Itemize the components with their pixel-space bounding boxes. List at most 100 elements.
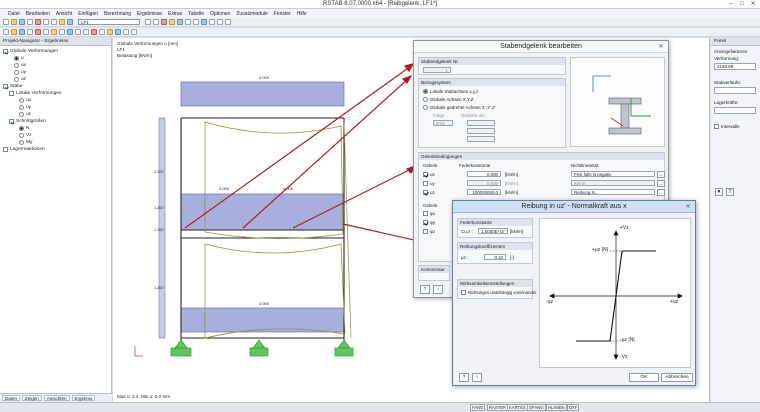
radio-local-axes[interactable] (423, 89, 428, 94)
tree-item-lux[interactable]: ux (19, 98, 31, 103)
loadcase-select[interactable]: LF1 (78, 19, 140, 25)
zoom-icon[interactable] (177, 19, 183, 25)
save-icon[interactable] (19, 19, 25, 25)
calculate-icon[interactable] (35, 19, 41, 25)
select-icon[interactable] (3, 29, 9, 35)
tree-item-global[interactable]: Globale Verformungen (3, 49, 58, 54)
menu-einfuegen[interactable]: Einfügen (78, 11, 98, 17)
radio-icon[interactable] (19, 112, 24, 117)
print-icon[interactable] (27, 19, 33, 25)
snap-icon[interactable] (75, 29, 81, 35)
intervals-checkbox[interactable] (714, 124, 719, 129)
close-button[interactable]: ✕ (748, 1, 758, 8)
wireframe-icon[interactable] (99, 29, 105, 35)
tree-item-lager[interactable]: Lagerreaktionen (3, 147, 45, 152)
tree-item-u[interactable]: u (14, 56, 24, 61)
cuz-input[interactable]: 100000000.0 (467, 189, 501, 195)
rotation-3-input[interactable] (467, 136, 495, 142)
table-icon[interactable] (115, 29, 121, 35)
tree-item-staebe[interactable]: Stäbe (3, 84, 23, 89)
menu-zusatzmodule[interactable]: Zusatzmodule (236, 11, 267, 17)
cancel-button[interactable]: Abbrechen (661, 373, 693, 382)
node-icon[interactable] (11, 29, 17, 35)
cux-input[interactable]: 0.000 (467, 171, 501, 177)
minimize-button[interactable]: – (726, 1, 736, 8)
uy-checkbox[interactable] (423, 181, 428, 186)
phiy-checkbox[interactable] (423, 220, 428, 225)
independent-directions-checkbox[interactable] (461, 290, 466, 295)
edit-nl-z-button[interactable]: … (657, 189, 665, 196)
phiz-checkbox[interactable] (423, 229, 428, 234)
tab-ergebnis[interactable]: Ergebnis (71, 395, 96, 401)
help-button[interactable]: ? (459, 373, 469, 382)
friction-coefficient-input[interactable]: 0.10 (484, 254, 506, 260)
radio-icon[interactable] (19, 126, 24, 131)
nonlinearity-y-select[interactable]: Keine (571, 180, 655, 186)
edit-nl-x-button[interactable]: … (657, 171, 665, 178)
undo-icon[interactable] (43, 19, 49, 25)
menu-optionen[interactable]: Optionen (210, 11, 230, 17)
ux-checkbox[interactable] (423, 172, 428, 177)
status-kartes[interactable]: KARTES (507, 404, 528, 411)
tree-item-vz[interactable]: Vz (19, 133, 32, 138)
tree-item-schnitt[interactable]: Schnittgrößen (9, 119, 46, 124)
menu-bearbeiten[interactable]: Bearbeiten (26, 11, 50, 17)
results-icon[interactable] (59, 19, 65, 25)
load-icon[interactable] (35, 29, 41, 35)
members-factor-input[interactable] (714, 87, 756, 94)
deform-icon[interactable] (161, 19, 167, 25)
menu-ergebnisse[interactable]: Ergebnisse (137, 11, 162, 17)
rotate-icon[interactable] (193, 19, 199, 25)
status-hlinien[interactable]: HLINIEN (546, 404, 567, 411)
radio-icon[interactable] (19, 140, 24, 145)
open-folder-icon[interactable] (11, 19, 17, 25)
tree-item-luy[interactable]: uy (19, 105, 31, 110)
view-icon[interactable] (67, 19, 73, 25)
status-raster[interactable]: RASTER (487, 404, 508, 411)
filter-icon[interactable] (107, 29, 113, 35)
menu-tabelle[interactable]: Tabelle (188, 11, 204, 17)
prev-icon[interactable] (145, 19, 151, 25)
dimension-icon[interactable] (123, 29, 129, 35)
pan-icon[interactable] (185, 19, 191, 25)
tree-item-luz[interactable]: uz (19, 112, 31, 117)
radio-icon[interactable] (19, 105, 24, 110)
tree-item-n[interactable]: N (19, 126, 29, 131)
help-button[interactable]: ? (420, 285, 430, 294)
tab-daten[interactable]: Daten (2, 395, 21, 401)
radio-icon[interactable] (14, 70, 19, 75)
status-dxf[interactable]: DXF (567, 404, 580, 411)
next-icon[interactable] (153, 19, 159, 25)
material-icon[interactable] (59, 29, 65, 35)
supports-factor-input[interactable] (714, 107, 756, 114)
nonlinearity-z-select[interactable]: Reibung N... (571, 189, 655, 195)
support-icon[interactable] (27, 29, 33, 35)
measure-icon[interactable] (83, 29, 89, 35)
tree-item-my[interactable]: My (19, 140, 32, 145)
close-icon[interactable]: ✕ (684, 203, 692, 211)
tree-item-ux[interactable]: ux (14, 63, 26, 68)
section-icon[interactable] (51, 29, 57, 35)
values-icon[interactable] (169, 19, 175, 25)
status-ofang[interactable]: OFANG (527, 404, 546, 411)
radio-icon[interactable] (14, 56, 19, 61)
info-button[interactable]: i (472, 373, 482, 382)
menu-hilfe[interactable]: Hilfe (297, 11, 307, 17)
tab-ansichten[interactable]: Ansichten (43, 395, 70, 401)
maximize-button[interactable]: □ (737, 1, 747, 8)
tree-item-uz[interactable]: uz (14, 77, 26, 82)
menu-ansicht[interactable]: Ansicht (56, 11, 72, 17)
radio-icon[interactable] (14, 77, 19, 82)
member-icon[interactable] (19, 29, 25, 35)
spring-constant-input[interactable]: 1.0000E+07 (478, 228, 508, 234)
redo-icon[interactable] (51, 19, 57, 25)
rotation-1-input[interactable] (467, 120, 495, 126)
new-file-icon[interactable] (3, 19, 9, 25)
cuy-input[interactable]: 0.000 (467, 180, 501, 186)
phix-checkbox[interactable] (423, 211, 428, 216)
grid-icon[interactable] (67, 29, 73, 35)
comment-icon[interactable] (131, 29, 137, 35)
radio-icon[interactable] (19, 98, 24, 103)
nonlinearity-x-select[interactable]: Fest falls N negativ (571, 171, 655, 177)
rotation-2-input[interactable] (467, 128, 495, 134)
